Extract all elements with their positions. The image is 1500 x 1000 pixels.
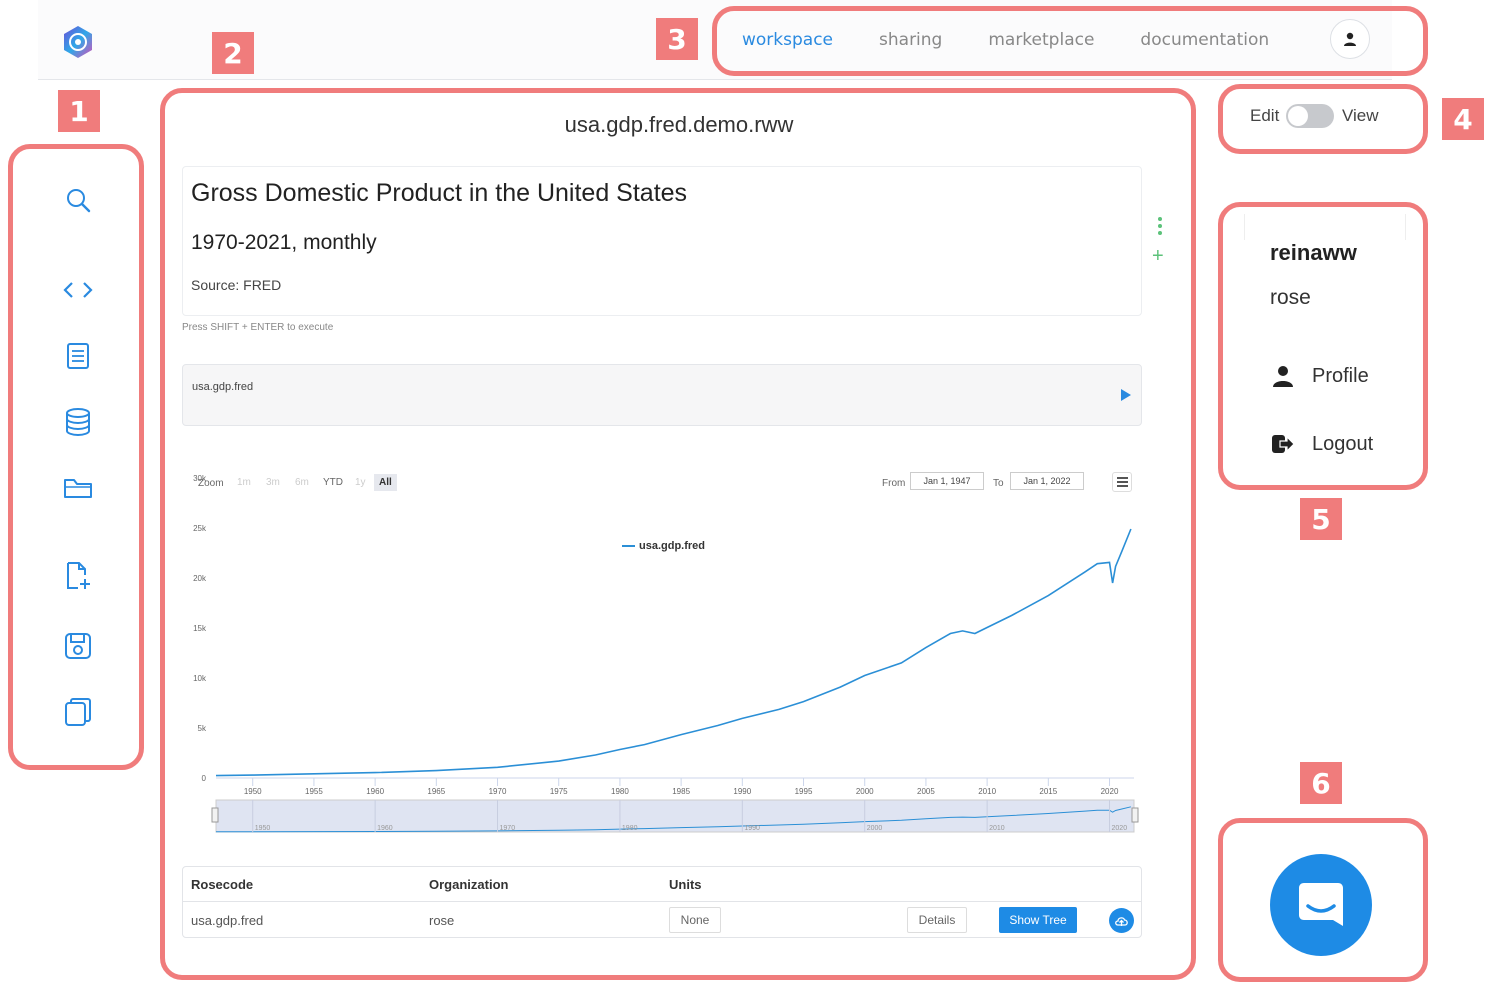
- annotation-5: 5: [1300, 498, 1342, 540]
- highlight-box-chat: [1218, 818, 1428, 982]
- highlight-box-sidebar: [8, 144, 144, 770]
- annotation-4: 4: [1442, 98, 1484, 140]
- annotation-1: 1: [58, 90, 100, 132]
- app-logo-icon[interactable]: [60, 24, 96, 60]
- annotation-2: 2: [212, 32, 254, 74]
- highlight-box-user: [1218, 202, 1428, 490]
- highlight-box-nav: [712, 6, 1428, 76]
- annotation-3: 3: [656, 18, 698, 60]
- highlight-box-toggle: [1218, 84, 1428, 154]
- annotation-6: 6: [1300, 762, 1342, 804]
- highlight-box-main: [160, 88, 1196, 980]
